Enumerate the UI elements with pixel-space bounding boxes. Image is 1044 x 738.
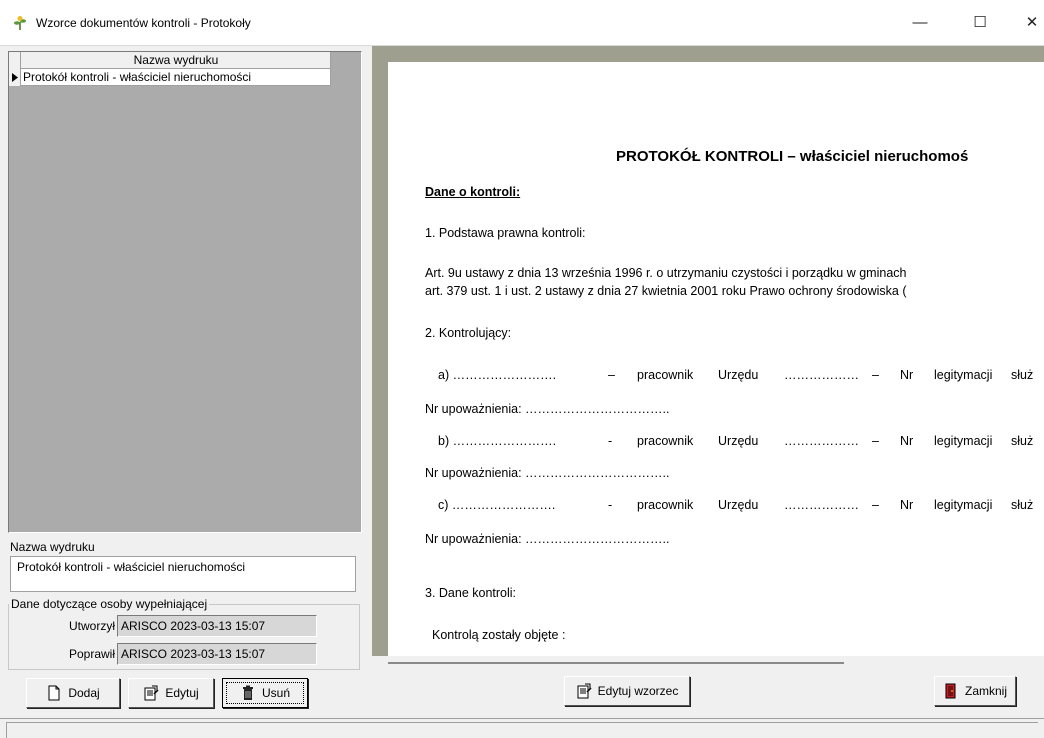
item-1: 1. Podstawa prawna kontroli: [425,226,586,240]
row-office: Urzędu [718,434,759,448]
row-dash2: – [872,368,879,382]
add-button-label: Dodaj [68,686,100,700]
modified-field: ARISCO 2023-03-13 15:07 [117,643,317,665]
column-header-nazwa[interactable]: Nazwa wydruku [21,53,331,67]
created-label: Utworzył [68,619,115,633]
edit-template-button[interactable]: Edytuj wzorzec [564,676,690,706]
row-employee: pracownik [637,368,694,382]
row-indicator [9,69,21,86]
new-document-icon [48,685,60,701]
modified-label: Poprawił [68,647,115,661]
auth-line-b: Nr upoważnienia: …………………………….. [425,466,670,480]
covered-line: Kontrolą zostały objęte : [432,628,566,642]
row-prefix: a) ……………………. [438,368,557,382]
row-dots: ……………… [784,368,859,382]
document-preview[interactable]: PROTOKÓŁ KONTROLI – właściciel nieruchom… [372,46,1044,656]
row-legit: legitymacji [934,368,993,382]
horizontal-scrollbar[interactable] [372,656,1044,672]
edit-document-icon [577,683,592,699]
row-prefix: c) ……………………. [438,498,556,512]
row-nr: Nr [900,498,914,512]
edit-button-label: Edytuj [165,686,199,700]
auth-line-a: Nr upoważnienia: …………………………….. [425,402,670,416]
trash-icon [242,685,253,700]
row-dash: – [608,368,615,382]
minimize-button[interactable]: — [900,8,940,38]
row-dash: - [608,498,613,512]
close-button[interactable]: Zamknij [934,676,1016,706]
exit-door-icon [945,683,956,699]
legal-line-1: Art. 9u ustawy z dnia 13 września 1996 r… [425,266,907,280]
row-dash: - [608,434,613,448]
close-window-button[interactable]: ✕ [1012,8,1044,38]
author-groupbox: Dane dotyczące osoby wypełniającej Utwor… [8,597,360,670]
row-sluz: służ [1011,434,1034,448]
current-row-arrow-icon [12,73,18,82]
left-panel: Nazwa wydruku Protokół kontroli - właści… [0,46,368,716]
row-dash2: – [872,498,879,512]
name-field[interactable]: Protokół kontroli - właściciel nieruchom… [10,556,356,592]
window-title: Wzorce dokumentów kontroli - Protokoły [36,16,251,30]
table-row[interactable]: Protokół kontroli - właściciel nieruchom… [9,69,331,86]
add-button[interactable]: Dodaj [26,678,120,708]
auth-line-c: Nr upoważnienia: …………………………….. [425,532,670,546]
status-panel [6,722,1038,738]
edit-document-icon [144,685,159,701]
table-cell: Protokół kontroli - właściciel nieruchom… [23,70,252,84]
title-bar: Wzorce dokumentów kontroli - Protokoły —… [0,0,1044,46]
row-office: Urzędu [718,498,759,512]
maximize-button[interactable]: ☐ [960,8,1000,38]
grid-indicator-header [9,52,21,69]
row-legit: legitymacji [934,498,993,512]
row-legit: legitymacji [934,434,993,448]
item-2: 2. Kontrolujący: [425,326,512,340]
document-title: PROTOKÓŁ KONTROLI – właściciel nieruchom… [616,148,969,165]
row-nr: Nr [900,368,914,382]
close-button-label: Zamknij [964,684,1007,698]
row-employee: pracownik [637,434,694,448]
groupbox-label: Dane dotyczące osoby wypełniającej [9,597,210,611]
row-dots: ……………… [784,498,859,512]
delete-button-label: Usuń [261,686,290,700]
document-page: PROTOKÓŁ KONTROLI – właściciel nieruchom… [388,62,1044,656]
row-sluz: służ [1011,498,1034,512]
row-employee: pracownik [637,498,694,512]
row-dots: ……………… [784,434,859,448]
grid-header: Nazwa wydruku [9,52,331,69]
row-prefix: b) ……………………. [438,434,557,448]
row-sluz: służ [1011,368,1034,382]
plant-icon [14,16,26,30]
item-3: 3. Dane kontroli: [425,586,517,600]
row-dash2: – [872,434,879,448]
name-label: Nazwa wydruku [10,540,95,554]
delete-button[interactable]: Usuń [222,678,308,708]
edit-button[interactable]: Edytuj [128,678,214,708]
edit-template-label: Edytuj wzorzec [597,684,679,698]
section-heading: Dane o kontroli: [425,185,521,199]
row-office: Urzędu [718,368,759,382]
legal-line-2: art. 379 ust. 1 i ust. 2 ustawy z dnia 2… [425,284,907,298]
templates-grid[interactable]: Nazwa wydruku Protokół kontroli - właści… [8,51,362,533]
status-bar [0,718,1044,738]
row-nr: Nr [900,434,914,448]
scrollbar-thumb[interactable] [388,662,844,664]
created-field: ARISCO 2023-03-13 15:07 [117,615,317,637]
